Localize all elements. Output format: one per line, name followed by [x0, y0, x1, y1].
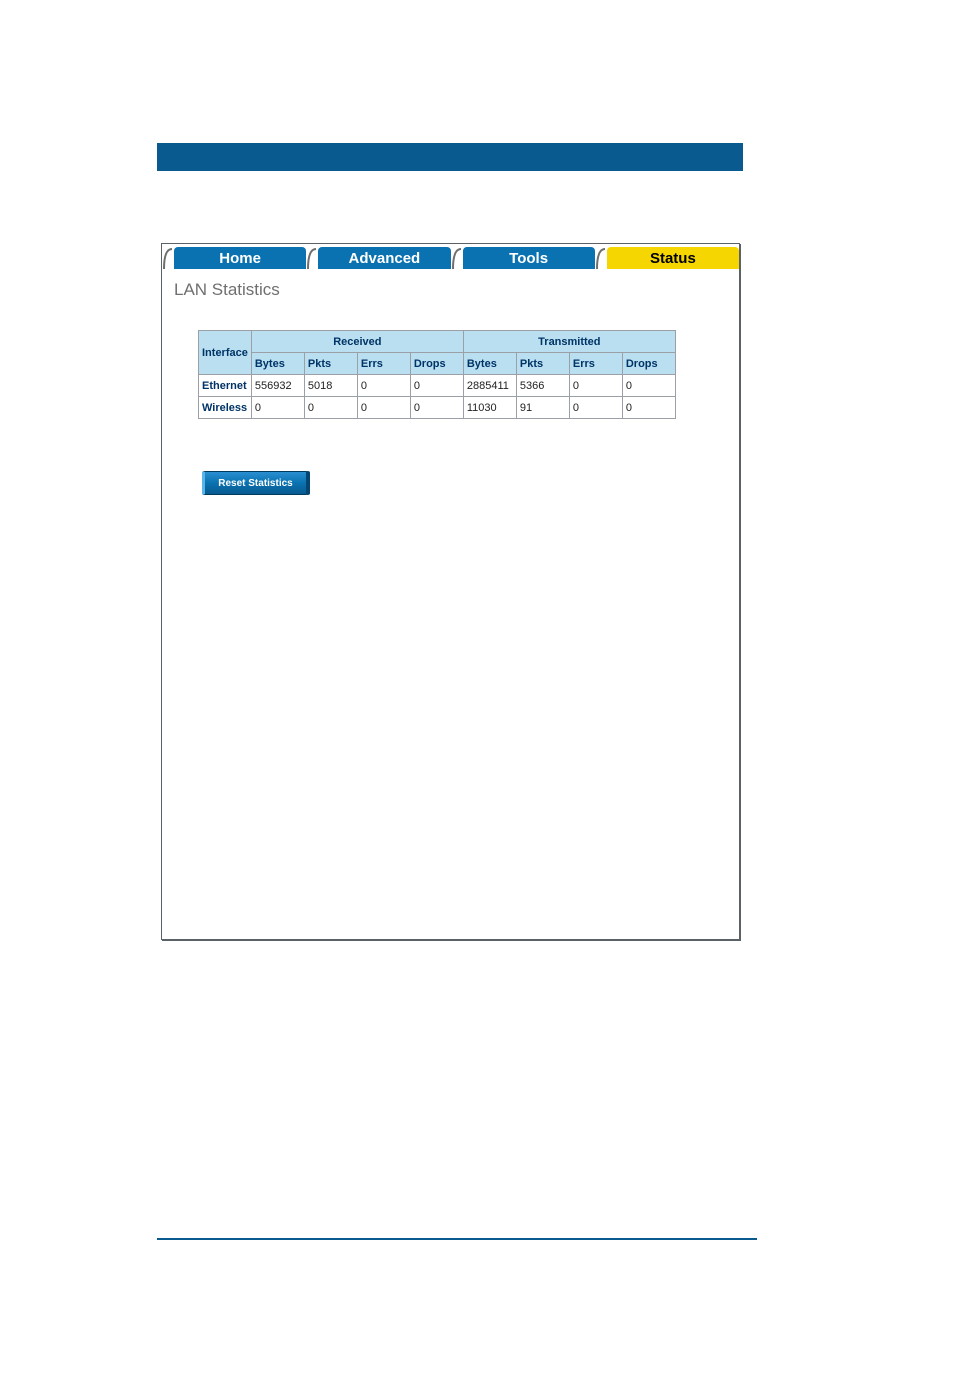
- col-header-rx-errs: Errs: [357, 353, 410, 375]
- cell-tx-drops: 0: [622, 397, 675, 419]
- cell-tx-pkts: 5366: [516, 375, 569, 397]
- tab-home-group[interactable]: Home: [162, 244, 306, 272]
- tab-advanced-group[interactable]: Advanced: [306, 244, 450, 272]
- cell-tx-errs: 0: [569, 375, 622, 397]
- tab-tools[interactable]: Tools: [463, 247, 595, 269]
- page-title: LAN Statistics: [162, 272, 739, 300]
- tab-status-group[interactable]: Status: [595, 244, 739, 272]
- tab-separator-icon: [595, 246, 607, 270]
- lan-statistics-table: Interface Received Transmitted Bytes Pkt…: [198, 330, 676, 419]
- cell-tx-drops: 0: [622, 375, 675, 397]
- col-header-transmitted: Transmitted: [463, 331, 675, 353]
- cell-rx-bytes: 556932: [251, 375, 304, 397]
- tab-home-label: Home: [219, 250, 261, 267]
- top-header-bar: [157, 143, 743, 171]
- col-header-tx-pkts: Pkts: [516, 353, 569, 375]
- cell-rx-bytes: 0: [251, 397, 304, 419]
- cell-rx-pkts: 5018: [304, 375, 357, 397]
- cell-tx-pkts: 91: [516, 397, 569, 419]
- tab-tools-group[interactable]: Tools: [451, 244, 595, 272]
- tab-status[interactable]: Status: [607, 247, 739, 269]
- col-header-tx-bytes: Bytes: [463, 353, 516, 375]
- tab-home[interactable]: Home: [174, 247, 306, 269]
- tab-separator-icon: [306, 246, 318, 270]
- main-panel: Home Advanced Tools Status: [161, 243, 740, 940]
- reset-statistics-button-label: Reset Statistics: [218, 478, 292, 489]
- tabs-row: Home Advanced Tools Status: [162, 244, 739, 272]
- cell-tx-errs: 0: [569, 397, 622, 419]
- cell-interface: Wireless: [199, 397, 252, 419]
- tab-advanced-label: Advanced: [349, 250, 421, 267]
- cell-tx-bytes: 2885411: [463, 375, 516, 397]
- col-header-rx-pkts: Pkts: [304, 353, 357, 375]
- tab-status-label: Status: [650, 250, 696, 267]
- cell-rx-errs: 0: [357, 397, 410, 419]
- tab-advanced[interactable]: Advanced: [318, 247, 450, 269]
- col-header-tx-drops: Drops: [622, 353, 675, 375]
- cell-rx-drops: 0: [410, 375, 463, 397]
- cell-rx-drops: 0: [410, 397, 463, 419]
- reset-statistics-button[interactable]: Reset Statistics: [202, 471, 310, 495]
- cell-tx-bytes: 11030: [463, 397, 516, 419]
- tab-tools-label: Tools: [509, 250, 548, 267]
- table-row: Ethernet 556932 5018 0 0 2885411 5366 0 …: [199, 375, 676, 397]
- col-header-rx-drops: Drops: [410, 353, 463, 375]
- table-row: Wireless 0 0 0 0 11030 91 0 0: [199, 397, 676, 419]
- cell-interface: Ethernet: [199, 375, 252, 397]
- col-header-rx-bytes: Bytes: [251, 353, 304, 375]
- tab-separator-icon: [162, 246, 174, 270]
- cell-rx-pkts: 0: [304, 397, 357, 419]
- cell-rx-errs: 0: [357, 375, 410, 397]
- col-header-tx-errs: Errs: [569, 353, 622, 375]
- bottom-divider: [157, 1238, 757, 1240]
- tab-separator-icon: [451, 246, 463, 270]
- col-header-interface: Interface: [199, 331, 252, 375]
- table-header-row-1: Interface Received Transmitted: [199, 331, 676, 353]
- table-header-row-2: Bytes Pkts Errs Drops Bytes Pkts Errs Dr…: [199, 353, 676, 375]
- col-header-received: Received: [251, 331, 463, 353]
